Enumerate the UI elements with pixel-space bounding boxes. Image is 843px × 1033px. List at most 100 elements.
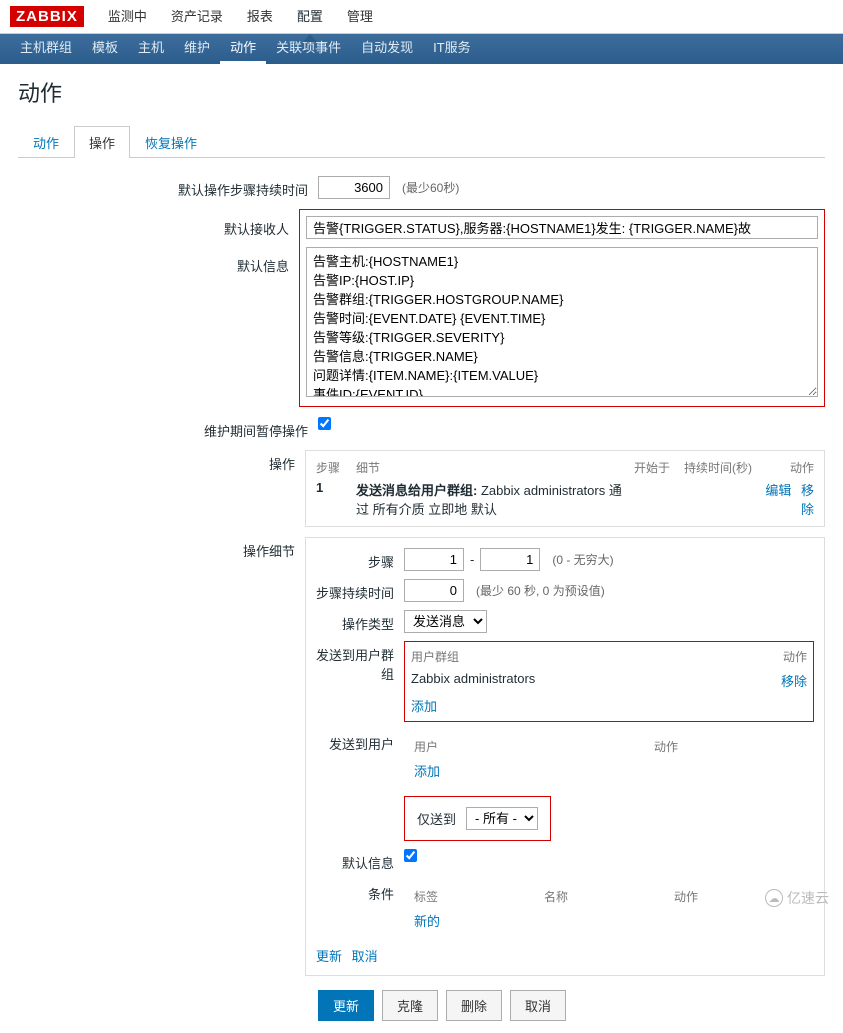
sub-nav-actions[interactable]: 动作 (220, 34, 266, 64)
det-step-label: 步骤 (316, 548, 404, 571)
det-row-type: 操作类型 发送消息 (316, 610, 814, 633)
only-highlight: 仅送到 - 所有 - (404, 796, 551, 841)
operations-table: 步骤 细节 开始于 持续时间(秒) 动作 1 发送消息给用户群组: Zabbix… (305, 450, 825, 527)
only-select[interactable]: - 所有 - (466, 807, 538, 830)
tab-operation[interactable]: 操作 (74, 126, 130, 158)
sub-nav-hosts[interactable]: 主机 (128, 34, 174, 64)
page-content: 动作 动作 操作 恢复操作 默认操作步骤持续时间 (最少60秒) 默认接收人 默… (0, 64, 843, 1033)
user-hdr-name: 用户 (414, 738, 654, 755)
cancel-button[interactable]: 取消 (510, 990, 566, 1021)
step-dash: - (470, 552, 474, 567)
top-menu: 监测中 资产记录 报表 配置 管理 (96, 0, 385, 34)
watermark-text: 亿速云 (787, 888, 829, 908)
op-detail: 发送消息给用户群组: Zabbix administrators 通过 所有介质… (356, 480, 634, 518)
step-from-input[interactable] (404, 548, 464, 571)
pause-checkbox[interactable] (318, 417, 331, 430)
details-label: 操作细节 (18, 537, 305, 560)
det-row-step: 步骤 - (0 - 无穷大) (316, 548, 814, 571)
row-operations: 操作 步骤 细节 开始于 持续时间(秒) 动作 1 发送消息给用户群组: Zab… (18, 450, 825, 527)
det-senduser-label: 发送到用户 (316, 730, 404, 753)
det-msg-label: 默认信息 (316, 849, 404, 872)
message-label: 默认信息 (18, 256, 289, 275)
top-menu-monitoring[interactable]: 监测中 (96, 0, 159, 34)
top-menu-config[interactable]: 配置 (285, 0, 335, 34)
top-menu-reports[interactable]: 报表 (235, 0, 285, 34)
default-msg-checkbox[interactable] (404, 849, 417, 862)
step-duration-hint: (最少60秒) (402, 179, 459, 196)
tabs: 动作 操作 恢复操作 (18, 126, 825, 158)
det-update-link[interactable]: 更新 (316, 949, 342, 964)
user-hdr-action: 动作 (654, 738, 804, 755)
det-only-label: 仅送到 (417, 809, 456, 828)
ops-hdr-start: 开始于 (634, 459, 684, 476)
det-cond-label: 条件 (316, 880, 404, 903)
sendgroup-highlight: 用户群组 动作 Zabbix administrators 移除 添加 (404, 641, 814, 722)
pause-label: 维护期间暂停操作 (18, 417, 318, 440)
det-row-only: 仅送到 - 所有 - (316, 796, 814, 841)
sub-nav: 主机群组 模板 主机 维护 动作 关联项事件 自动发现 IT服务 (0, 34, 843, 64)
sub-nav-templates[interactable]: 模板 (82, 34, 128, 64)
group-add-link[interactable]: 添加 (411, 699, 437, 714)
det-row-senduser: 发送到用户 用户 动作 添加 (316, 730, 814, 788)
det-row-cond: 条件 标签 名称 动作 新的 (316, 880, 814, 938)
duration-input[interactable] (404, 579, 464, 602)
ops-hdr-detail: 细节 (356, 459, 634, 476)
det-dur-label: 步骤持续时间 (316, 579, 404, 602)
step-duration-input[interactable] (318, 176, 390, 199)
top-menu-admin[interactable]: 管理 (335, 0, 385, 34)
message-textarea[interactable]: 告警主机:{HOSTNAME1} 告警IP:{HOST.IP} 告警群组:{TR… (306, 247, 818, 397)
tab-recovery[interactable]: 恢复操作 (130, 126, 212, 158)
op-step: 1 (316, 480, 356, 518)
user-table: 用户 动作 添加 (404, 730, 814, 788)
sub-nav-discovery[interactable]: 自动发现 (351, 34, 423, 64)
dur-hint: (最少 60 秒, 0 为预设值) (476, 582, 605, 599)
det-action-links: 更新 取消 (316, 946, 814, 965)
row-details: 操作细节 步骤 - (0 - 无穷大) 步骤持续时间 (18, 537, 825, 976)
cond-hdr-name: 名称 (544, 888, 674, 905)
recipient-input[interactable] (306, 216, 818, 239)
logo-text: ZABBIX (10, 6, 84, 27)
page-title: 动作 (18, 76, 825, 108)
det-type-label: 操作类型 (316, 610, 404, 633)
list-item: Zabbix administrators 移除 (411, 671, 807, 690)
sub-nav-itservices[interactable]: IT服务 (423, 34, 481, 64)
cond-table: 标签 名称 动作 新的 (404, 880, 814, 938)
operation-details-box: 步骤 - (0 - 无穷大) 步骤持续时间 (最少 60 秒, 0 为预设值) (305, 537, 825, 976)
type-select[interactable]: 发送消息 (404, 610, 487, 633)
cond-hdr-tag: 标签 (414, 888, 544, 905)
row-pause: 维护期间暂停操作 (18, 417, 825, 440)
logo[interactable]: ZABBIX (10, 6, 84, 27)
det-sendgroup-label: 发送到用户群组 (316, 641, 404, 683)
watermark: ☁ 亿速云 (765, 888, 829, 908)
tab-action[interactable]: 动作 (18, 126, 74, 158)
table-row: 1 发送消息给用户群组: Zabbix administrators 通过 所有… (316, 480, 814, 518)
update-button[interactable]: 更新 (318, 990, 374, 1021)
operations-label: 操作 (18, 450, 305, 473)
top-header: ZABBIX 监测中 资产记录 报表 配置 管理 (0, 0, 843, 34)
op-edit-link[interactable]: 编辑 (765, 483, 791, 498)
top-menu-inventory[interactable]: 资产记录 (159, 0, 235, 34)
group-name: Zabbix administrators (411, 671, 757, 690)
delete-button[interactable]: 删除 (446, 990, 502, 1021)
cloud-icon: ☁ (765, 889, 783, 907)
op-remove-link[interactable]: 移除 (801, 483, 814, 517)
step-hint: (0 - 无穷大) (552, 551, 613, 568)
cond-new-link[interactable]: 新的 (414, 914, 440, 929)
ops-hdr-action: 动作 (754, 459, 814, 476)
sub-nav-hostgroups[interactable]: 主机群组 (10, 34, 82, 64)
det-row-sendgroup: 发送到用户群组 用户群组 动作 Zabbix administrators 移除 (316, 641, 814, 722)
step-to-input[interactable] (480, 548, 540, 571)
det-row-msg: 默认信息 (316, 849, 814, 872)
ops-header: 步骤 细节 开始于 持续时间(秒) 动作 (316, 459, 814, 476)
recipient-label: 默认接收人 (18, 219, 289, 238)
user-add-link[interactable]: 添加 (414, 764, 440, 779)
recipient-message-highlight: 告警主机:{HOSTNAME1} 告警IP:{HOST.IP} 告警群组:{TR… (299, 209, 825, 407)
ops-hdr-step: 步骤 (316, 459, 356, 476)
det-cancel-link[interactable]: 取消 (352, 949, 378, 964)
group-remove-link[interactable]: 移除 (781, 674, 807, 689)
row-recipient-message: 默认接收人 默认信息 告警主机:{HOSTNAME1} 告警IP:{HOST.I… (18, 209, 825, 407)
clone-button[interactable]: 克隆 (382, 990, 438, 1021)
ops-hdr-duration: 持续时间(秒) (684, 459, 754, 476)
group-hdr-action: 动作 (757, 648, 807, 665)
sub-nav-maintenance[interactable]: 维护 (174, 34, 220, 64)
